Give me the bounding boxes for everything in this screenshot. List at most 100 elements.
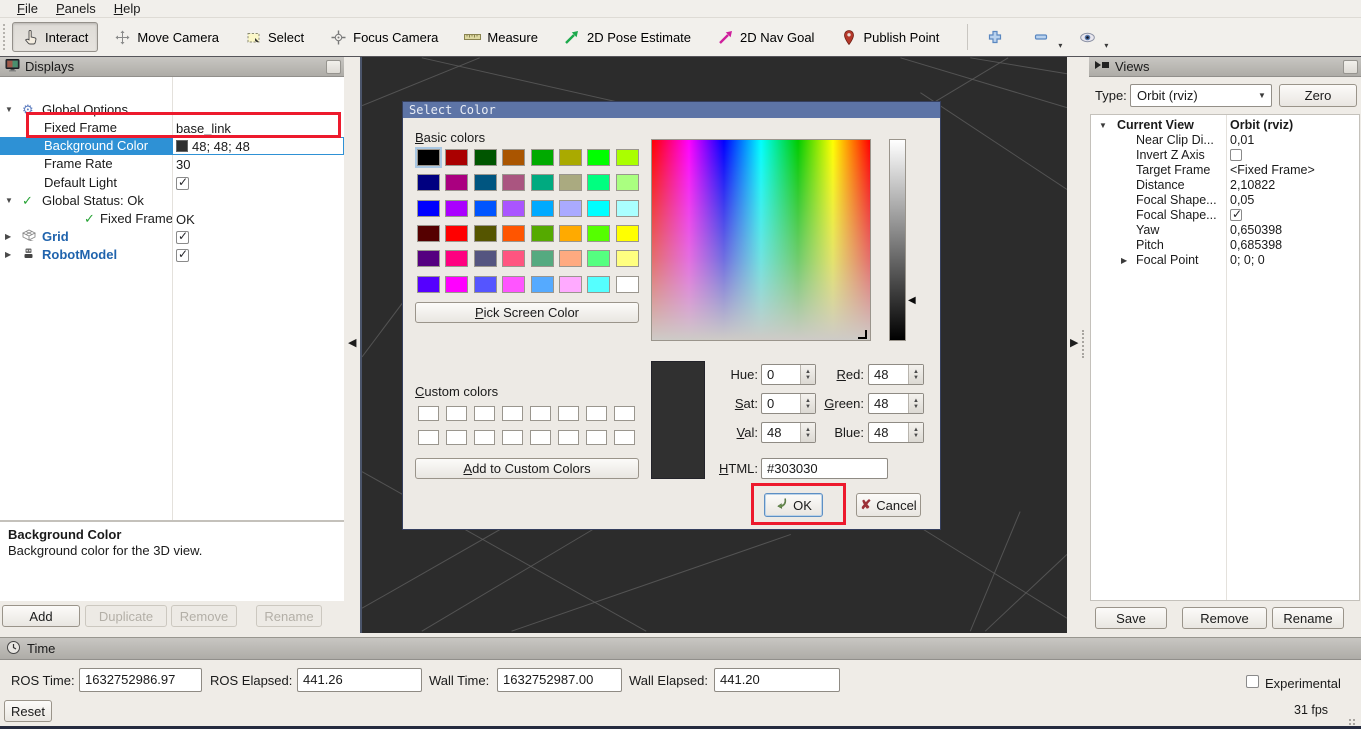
custom-color-swatch[interactable] xyxy=(614,406,635,421)
custom-color-swatch[interactable] xyxy=(502,430,523,445)
wall-elapsed-input[interactable]: 441.20 xyxy=(714,668,840,692)
pick-screen-color-button[interactable]: Pick Screen Color xyxy=(415,302,639,323)
custom-color-swatch[interactable] xyxy=(418,430,439,445)
basic-color-swatch[interactable] xyxy=(559,276,582,293)
remove-view-button[interactable]: Remove xyxy=(1182,607,1267,629)
basic-color-swatch[interactable] xyxy=(587,225,610,242)
rename-view-button[interactable]: Rename xyxy=(1272,607,1344,629)
splitter-grip[interactable] xyxy=(1082,330,1084,358)
time-panel-header[interactable]: Time xyxy=(0,637,1361,660)
basic-color-swatch[interactable] xyxy=(587,200,610,217)
row-value-cell[interactable]: base_link xyxy=(172,119,344,137)
basic-color-swatch[interactable] xyxy=(502,149,525,166)
row-checkbox[interactable] xyxy=(176,231,189,244)
tool-tool-visibility[interactable]: ▾ xyxy=(1072,22,1102,52)
tool-interact[interactable]: Interact xyxy=(12,22,98,52)
custom-color-swatch[interactable] xyxy=(558,430,579,445)
views-panel-header[interactable]: Views xyxy=(1089,57,1361,77)
tool-2d-pose-estimate[interactable]: 2D Pose Estimate xyxy=(554,22,701,52)
dialog-title-bar[interactable]: Select Color xyxy=(403,102,940,118)
rename-display-button[interactable]: Rename xyxy=(256,605,322,627)
basic-color-swatch[interactable] xyxy=(445,174,468,191)
custom-color-swatch[interactable] xyxy=(474,430,495,445)
basic-color-swatch[interactable] xyxy=(531,174,554,191)
basic-color-swatch[interactable] xyxy=(559,174,582,191)
ros-elapsed-input[interactable]: 441.26 xyxy=(297,668,422,692)
basic-color-swatch[interactable] xyxy=(445,225,468,242)
basic-color-swatch[interactable] xyxy=(445,149,468,166)
basic-color-swatch[interactable] xyxy=(502,250,525,267)
basic-color-swatch[interactable] xyxy=(616,149,639,166)
tool-focus-camera[interactable]: Focus Camera xyxy=(320,22,448,52)
basic-color-swatch[interactable] xyxy=(587,174,610,191)
value-slider-marker[interactable]: ◀ xyxy=(908,295,916,306)
row-value-cell[interactable]: 30 xyxy=(172,155,344,173)
basic-color-swatch[interactable] xyxy=(616,250,639,267)
basic-color-swatch[interactable] xyxy=(531,149,554,166)
tree-row-fixed-frame[interactable]: Fixed Framebase_link xyxy=(0,119,344,137)
row-value-cell[interactable] xyxy=(172,228,344,246)
basic-color-swatch[interactable] xyxy=(474,149,497,166)
spin-down-icon[interactable]: ▼ xyxy=(913,375,919,381)
expander-open-icon[interactable]: ▼ xyxy=(5,196,13,205)
expander-closed-icon[interactable]: ▶ xyxy=(1121,256,1127,265)
spin-down-icon[interactable]: ▼ xyxy=(913,433,919,439)
custom-color-swatch[interactable] xyxy=(446,406,467,421)
row-value-cell[interactable] xyxy=(172,101,344,119)
basic-color-swatch[interactable] xyxy=(474,250,497,267)
basic-color-swatch[interactable] xyxy=(445,276,468,293)
row-value-cell[interactable]: 48; 48; 48 xyxy=(172,137,344,155)
tool-select[interactable]: Select xyxy=(235,22,314,52)
basic-color-swatch[interactable] xyxy=(502,225,525,242)
tool-2d-nav-goal[interactable]: 2D Nav Goal xyxy=(707,22,824,52)
basic-color-swatch[interactable] xyxy=(587,276,610,293)
tool-measure[interactable]: Measure xyxy=(454,22,548,52)
basic-color-swatch[interactable] xyxy=(531,200,554,217)
tool-move-camera[interactable]: Move Camera xyxy=(104,22,229,52)
custom-color-swatch[interactable] xyxy=(474,406,495,421)
basic-color-swatch[interactable] xyxy=(559,250,582,267)
resize-grip[interactable] xyxy=(1349,719,1351,721)
save-view-button[interactable]: Save xyxy=(1095,607,1167,629)
tool-add-tool[interactable] xyxy=(980,22,1010,52)
red-spinbox[interactable]: 48▲▼ xyxy=(868,364,924,385)
basic-color-swatch[interactable] xyxy=(474,276,497,293)
view-row-pitch[interactable]: Pitch0,685398 xyxy=(1091,238,1361,253)
add-to-custom-colors-button[interactable]: Add to Custom Colors xyxy=(415,458,639,479)
basic-color-swatch[interactable] xyxy=(587,250,610,267)
html-color-input[interactable]: #303030 xyxy=(761,458,888,479)
ok-button[interactable]: OK xyxy=(764,493,823,517)
basic-color-swatch[interactable] xyxy=(502,276,525,293)
view-row-yaw[interactable]: Yaw0,650398 xyxy=(1091,223,1361,238)
basic-color-swatch[interactable] xyxy=(417,250,440,267)
tool-publish-point[interactable]: Publish Point xyxy=(830,22,949,52)
view-row-target-frame[interactable]: Target Frame<Fixed Frame> xyxy=(1091,163,1361,178)
spin-down-icon[interactable]: ▼ xyxy=(913,404,919,410)
remove-display-button[interactable]: Remove xyxy=(171,605,237,627)
basic-color-swatch[interactable] xyxy=(474,200,497,217)
basic-color-swatch[interactable] xyxy=(502,200,525,217)
basic-color-swatch[interactable] xyxy=(502,174,525,191)
tree-row-global-options[interactable]: ▼⚙Global Options xyxy=(0,101,344,119)
view-row-invert-z-axis[interactable]: Invert Z Axis xyxy=(1091,148,1361,163)
basic-color-swatch[interactable] xyxy=(616,174,639,191)
basic-color-swatch[interactable] xyxy=(616,200,639,217)
displays-float-button[interactable] xyxy=(326,60,341,74)
ros-time-input[interactable]: 1632752986.97 xyxy=(79,668,202,692)
basic-color-swatch[interactable] xyxy=(559,225,582,242)
basic-color-swatch[interactable] xyxy=(616,276,639,293)
basic-color-swatch[interactable] xyxy=(417,149,440,166)
basic-color-swatch[interactable] xyxy=(531,250,554,267)
custom-color-swatch[interactable] xyxy=(530,406,551,421)
view-row-focal-point[interactable]: ▶Focal Point0; 0; 0 xyxy=(1091,253,1361,268)
spin-arrows[interactable]: ▲▼ xyxy=(908,365,923,384)
basic-color-swatch[interactable] xyxy=(559,200,582,217)
zero-button[interactable]: Zero xyxy=(1279,84,1357,107)
view-row-focal-shape[interactable]: Focal Shape... xyxy=(1091,208,1361,223)
custom-color-swatch[interactable] xyxy=(446,430,467,445)
spin-arrows[interactable]: ▲▼ xyxy=(908,423,923,442)
toolbar-grip[interactable] xyxy=(3,24,6,50)
hue-saturation-picker[interactable] xyxy=(651,139,871,341)
basic-color-swatch[interactable] xyxy=(474,174,497,191)
basic-color-swatch[interactable] xyxy=(587,149,610,166)
